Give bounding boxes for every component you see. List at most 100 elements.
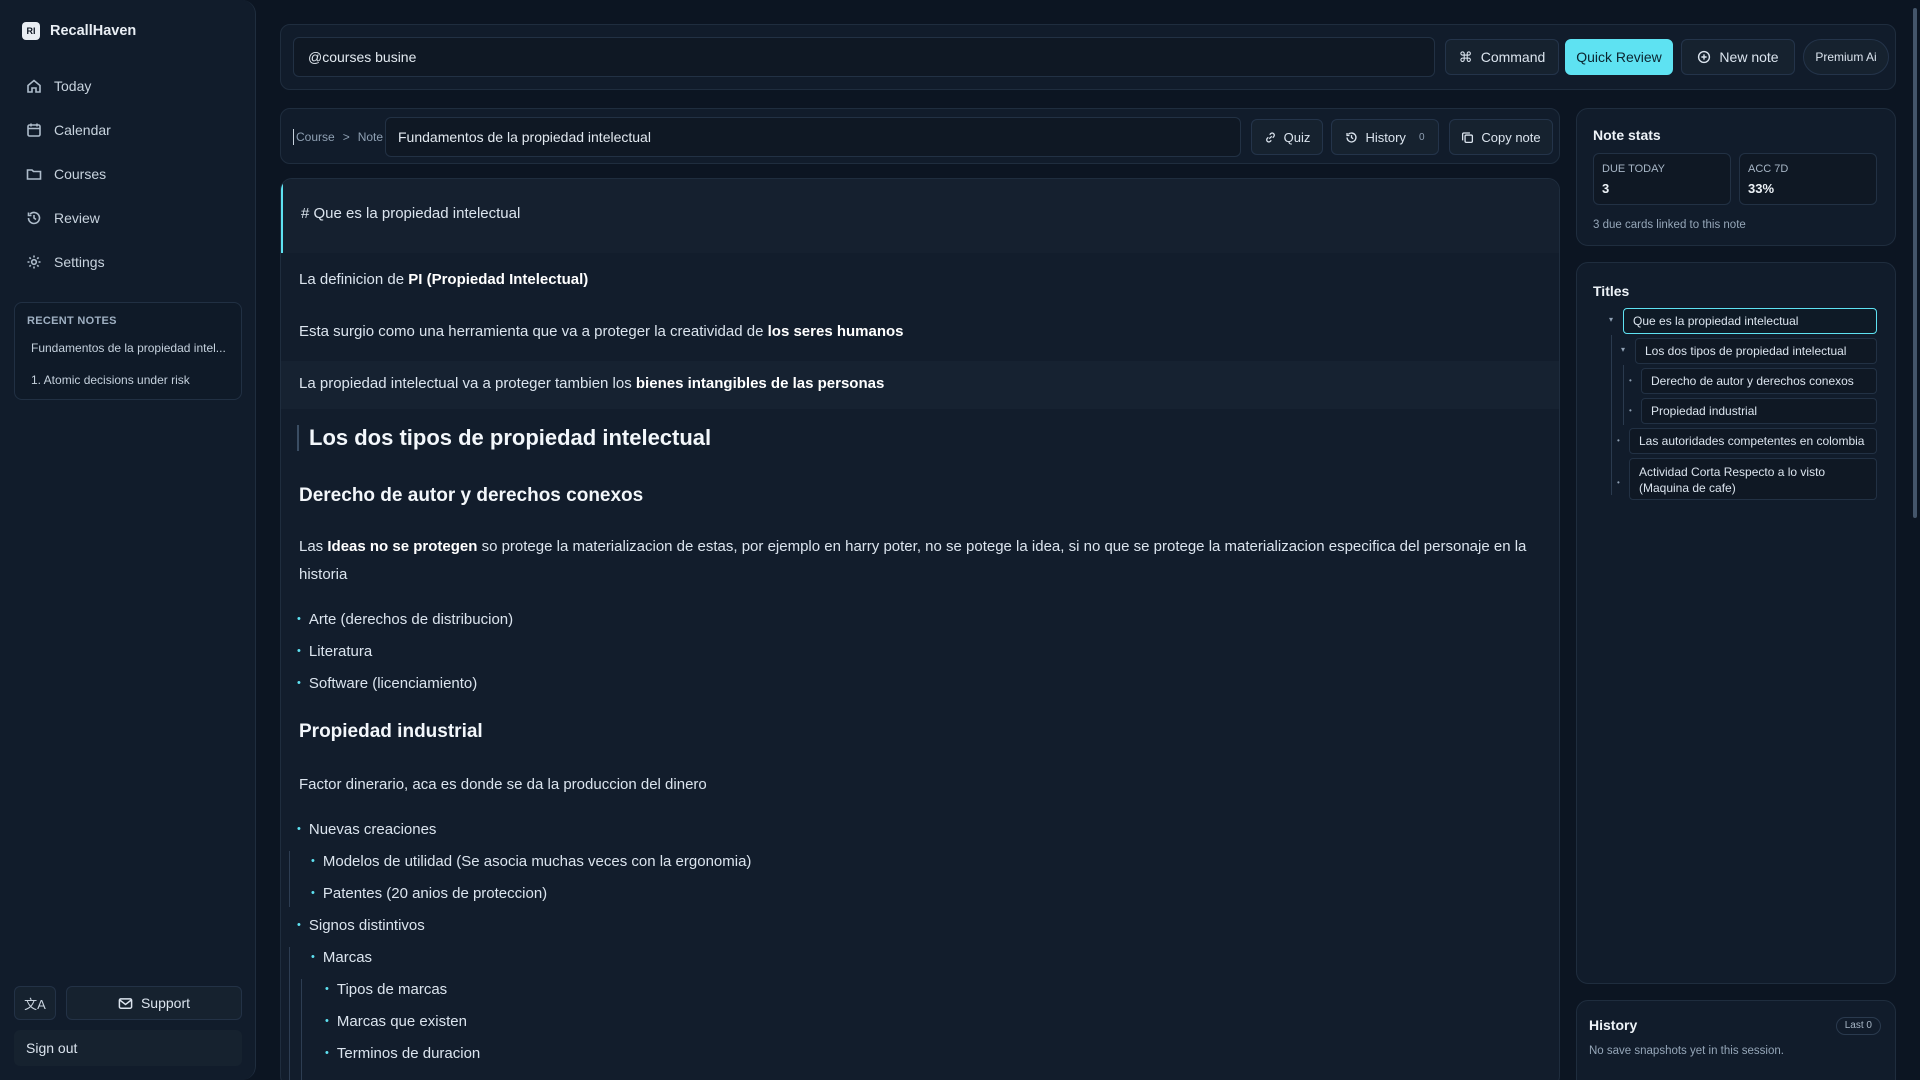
toc-item[interactable]: Los dos tipos de propiedad intelectual — [1635, 338, 1877, 364]
list-item[interactable]: Terminos de duracion — [325, 1045, 480, 1062]
premium-ai-button[interactable]: Premium Ai — [1803, 39, 1889, 75]
history-empty-text: No save snapshots yet in this session. — [1589, 1045, 1784, 1057]
recent-note-item[interactable]: 1. Atomic decisions under risk — [31, 373, 231, 387]
heading-2[interactable]: Propiedad industrial — [299, 721, 483, 743]
due-today-stat: DUE TODAY 3 — [1593, 153, 1731, 205]
nav-item-review[interactable]: Review — [14, 200, 242, 236]
nav-item-calendar[interactable]: Calendar — [14, 112, 242, 148]
toc-guide — [1623, 365, 1624, 425]
premium-label: Premium Ai — [1815, 50, 1877, 64]
list-item[interactable]: Software (licenciamiento) — [297, 675, 477, 692]
text: Las — [299, 538, 328, 555]
breadcrumb-course[interactable]: Course — [296, 130, 335, 144]
bold-text: bienes intangibles de las personas — [635, 375, 885, 392]
nav-item-today[interactable]: Today — [14, 68, 242, 104]
recent-notes-title: RECENT NOTES — [27, 315, 117, 327]
collapse-caret-icon[interactable]: ▾ — [1621, 345, 1625, 354]
language-button[interactable]: 文A — [14, 986, 56, 1020]
command-label: Command — [1480, 49, 1546, 65]
indent-guide — [289, 947, 290, 1080]
search-input[interactable]: @courses busine — [293, 37, 1435, 77]
folder-icon — [26, 169, 42, 180]
list-item[interactable]: Arte (derechos de distribucion) — [297, 611, 513, 628]
accuracy-stat: ACC 7D 33% — [1739, 153, 1877, 205]
toc-item[interactable]: Derecho de autor y derechos conexos — [1641, 368, 1877, 394]
bold-text: los seres humanos — [767, 323, 904, 340]
gear-icon — [27, 255, 41, 269]
quick-review-label: Quick Review — [1576, 49, 1662, 65]
stat-label: ACC 7D — [1748, 163, 1789, 175]
titles-panel: Titles ▾ Que es la propiedad intelectual… — [1576, 262, 1896, 984]
active-line[interactable]: # Que es la propiedad intelectual — [281, 179, 1559, 253]
support-label: Support — [140, 995, 191, 1011]
stat-value: 3 — [1602, 181, 1610, 196]
quick-review-button[interactable]: Quick Review — [1565, 39, 1673, 75]
paragraph[interactable]: Las Ideas no se protegen so protege la m… — [299, 533, 1531, 589]
bullet-dot-icon: • — [1617, 436, 1620, 445]
panel-title: History — [1589, 1017, 1638, 1033]
list-item[interactable]: Patentes (20 anios de proteccion) — [311, 885, 547, 902]
copy-note-label: Copy note — [1481, 129, 1541, 145]
paragraph[interactable]: La propiedad intelectual va a proteger t… — [299, 375, 884, 392]
breadcrumb-note: Note — [357, 130, 384, 144]
note-stats-panel: Note stats DUE TODAY 3 ACC 7D 33% 3 due … — [1576, 108, 1896, 246]
recent-notes: RECENT NOTES Fundamentos de la propiedad… — [14, 302, 242, 400]
list-item[interactable]: Signos distintivos — [297, 917, 425, 934]
list-item[interactable]: Modelos de utilidad (Se asocia muchas ve… — [311, 853, 752, 870]
note-title-input[interactable]: Fundamentos de la propiedad intelectual — [385, 117, 1241, 157]
brand[interactable]: RI RecallHaven — [22, 22, 136, 40]
note-editor[interactable]: # Que es la propiedad intelectual La def… — [280, 178, 1560, 1080]
list-item[interactable]: Nuevas creaciones — [297, 821, 437, 838]
paragraph[interactable]: La definicion de PI (Propiedad Intelectu… — [299, 271, 588, 288]
bullet-dot-icon: • — [1617, 478, 1620, 487]
indent-guide — [301, 979, 302, 1080]
history-panel: History Last 0 No save snapshots yet in … — [1576, 1000, 1896, 1080]
history-button[interactable]: History 0 — [1331, 119, 1439, 155]
heading-1[interactable]: Los dos tipos de propiedad intelectual — [297, 425, 711, 451]
text: La propiedad intelectual va a proteger t… — [299, 375, 636, 392]
command-icon: ⌘ — [1458, 48, 1473, 65]
sign-out-button[interactable]: Sign out — [14, 1030, 242, 1066]
paragraph[interactable]: Esta surgio como una herramienta que va … — [299, 323, 904, 340]
top-bar: @courses busine ⌘ Command Quick Review N… — [280, 24, 1896, 90]
mail-icon — [118, 997, 133, 1009]
toc-item[interactable]: Propiedad industrial — [1641, 398, 1877, 424]
list-item[interactable]: Marcas que existen — [325, 1013, 467, 1030]
plus-circle-icon — [1698, 50, 1711, 64]
nav-item-label: Today — [54, 78, 92, 94]
page-scrollbar[interactable] — [1913, 8, 1917, 518]
bold-text: PI (Propiedad Intelectual) — [408, 271, 589, 288]
translate-icon: 文A — [24, 996, 46, 1012]
copy-note-button[interactable]: Copy note — [1449, 119, 1553, 155]
toc-item-active[interactable]: Que es la propiedad intelectual — [1623, 308, 1877, 334]
list-item[interactable]: Tipos de marcas — [325, 981, 447, 998]
app-logo: RI — [22, 22, 40, 40]
new-note-button[interactable]: New note — [1681, 39, 1795, 75]
recent-note-item[interactable]: Fundamentos de la propiedad intel... — [31, 341, 231, 355]
toc-item[interactable]: Las autoridades competentes en colombia — [1629, 428, 1877, 454]
nav-item-settings[interactable]: Settings — [14, 244, 242, 280]
history-label: History — [1365, 129, 1406, 145]
list-item[interactable]: Literatura — [297, 643, 372, 660]
stats-note: 3 due cards linked to this note — [1593, 219, 1746, 231]
list-item[interactable]: Marcas — [311, 949, 372, 966]
indent-guide — [289, 851, 290, 907]
app-name: RecallHaven — [50, 23, 137, 39]
quiz-button[interactable]: Quiz — [1251, 119, 1323, 155]
text: La definicion de — [299, 271, 409, 288]
new-note-label: New note — [1719, 49, 1779, 65]
nav-item-courses[interactable]: Courses — [14, 156, 242, 192]
command-button[interactable]: ⌘ Command — [1445, 39, 1559, 75]
markdown-heading-source[interactable]: # Que es la propiedad intelectual — [301, 205, 520, 222]
heading-2[interactable]: Derecho de autor y derechos conexos — [299, 485, 643, 507]
sidebar: RI RecallHaven Today Calendar Courses Re… — [0, 0, 256, 1080]
history-count: 0 — [1418, 131, 1425, 143]
stat-value: 33% — [1748, 181, 1775, 196]
collapse-caret-icon[interactable]: ▾ — [1609, 315, 1613, 324]
bold-text: Ideas no se protegen — [327, 538, 478, 555]
support-button[interactable]: Support — [66, 986, 242, 1020]
paragraph[interactable]: Factor dinerario, aca es donde se da la … — [299, 776, 707, 793]
toc-item[interactable]: Actividad Corta Respecto a lo visto (Maq… — [1629, 458, 1877, 500]
nav-item-label: Settings — [54, 254, 105, 270]
history-icon — [27, 211, 41, 225]
